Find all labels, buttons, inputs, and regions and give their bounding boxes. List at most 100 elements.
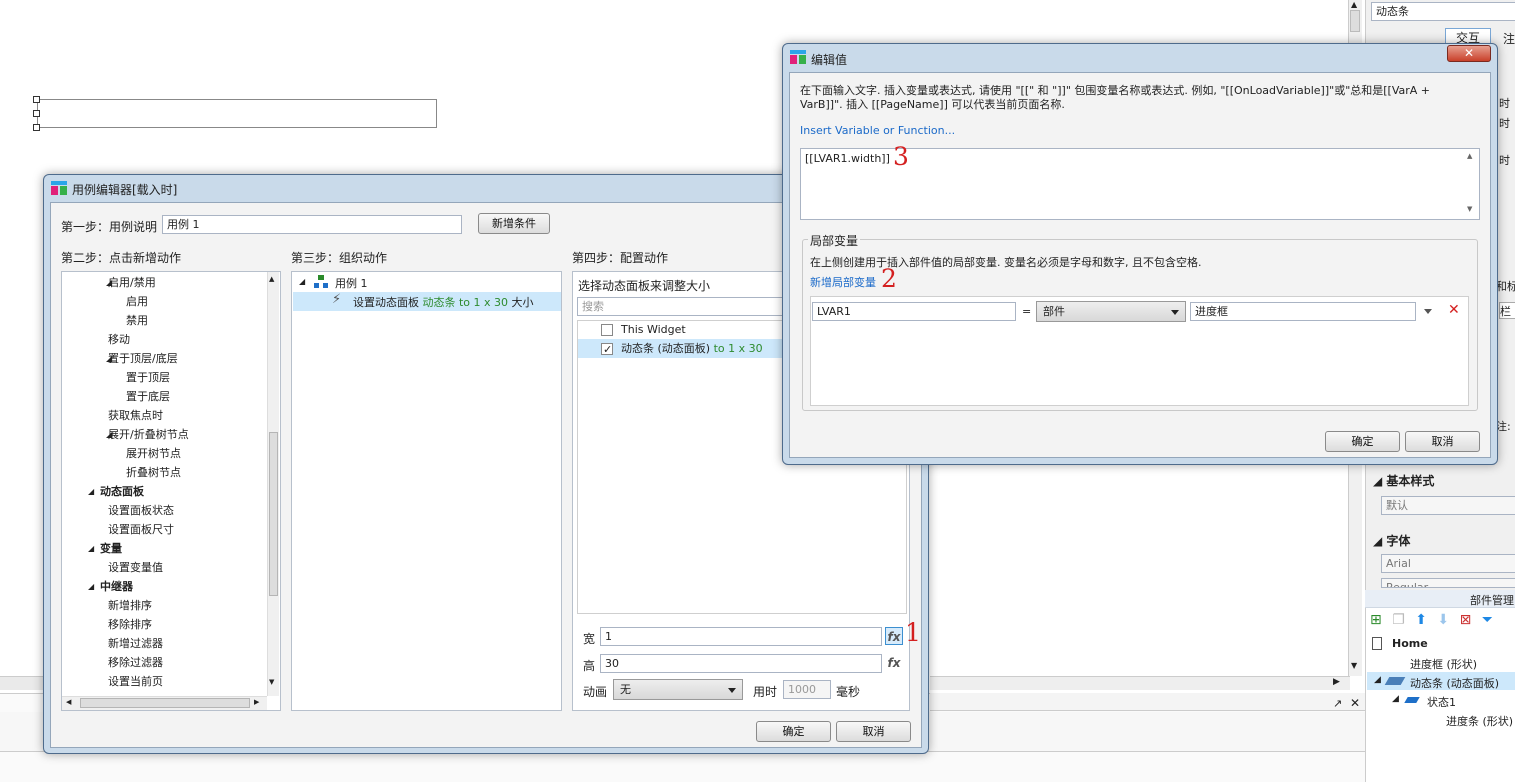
scroll-down-arrow[interactable]: ▼ xyxy=(1467,205,1472,213)
base-style-select[interactable]: 默认 xyxy=(1381,496,1515,515)
anim-select[interactable]: 无 xyxy=(613,679,743,700)
action-item[interactable]: 设置面板尺寸 xyxy=(62,520,267,539)
action-item-label: 启用/禁用 xyxy=(108,276,156,289)
copy-icon[interactable]: ❐ xyxy=(1392,612,1405,628)
widget-dyn[interactable]: ✓ 动态条 (动态面板) to 1 x 30 xyxy=(601,339,763,358)
width-fx-button[interactable]: fx xyxy=(885,627,903,645)
selection-handle[interactable] xyxy=(33,124,40,131)
tree-item-progress-bar[interactable]: 进度条 (形状) xyxy=(1446,713,1513,729)
action-item[interactable]: ◢ 变量 xyxy=(62,539,267,558)
tree-item-dynamic-panel[interactable]: 动态条 (动态面板) xyxy=(1410,675,1499,691)
action-item[interactable]: ◢ 中继器 xyxy=(62,577,267,596)
action-item[interactable]: 置于底层 xyxy=(62,387,267,406)
side-text[interactable]: 栏 xyxy=(1499,302,1515,319)
action-item[interactable]: 移除过滤器 xyxy=(62,653,267,672)
tab-note[interactable]: 注 xyxy=(1503,30,1515,47)
widget-this[interactable]: This Widget xyxy=(601,320,686,339)
action-item[interactable]: 设置变量值 xyxy=(62,558,267,577)
action-item-label: 中继器 xyxy=(100,580,133,593)
tree-expand-icon[interactable]: ◢ xyxy=(88,577,94,596)
widget-dyn-label: 动态条 (动态面板) xyxy=(621,342,714,355)
action-item[interactable]: 新增过滤器 xyxy=(62,634,267,653)
widget-dyn-checkbox[interactable]: ✓ xyxy=(601,343,613,356)
time-input[interactable]: 1000 xyxy=(783,680,831,699)
scroll-up-arrow[interactable]: ▲ xyxy=(1467,152,1472,160)
selection-handle[interactable] xyxy=(33,110,40,117)
width-input[interactable]: 1 xyxy=(600,627,882,646)
move-down-icon[interactable]: ⬇ xyxy=(1437,612,1449,628)
action-item[interactable]: 置于顶层 xyxy=(62,368,267,387)
add-local-var-link[interactable]: 新增局部变量 xyxy=(810,274,876,290)
case-name[interactable]: 用例 1 xyxy=(335,275,368,291)
tree-expand-icon[interactable]: ◢ xyxy=(88,482,94,501)
action-item[interactable]: 禁用 xyxy=(62,311,267,330)
widget-this-checkbox[interactable] xyxy=(601,324,613,336)
filter-icon[interactable]: ⏷ xyxy=(1482,612,1493,628)
scroll-right-arrow[interactable]: ▶ xyxy=(1333,677,1340,687)
case-cancel-button[interactable]: 取消 xyxy=(836,721,911,742)
action-item-label: 移除过滤器 xyxy=(108,656,163,669)
action-item[interactable]: 设置当前页 xyxy=(62,672,267,691)
font-header[interactable]: ◢ 字体 xyxy=(1373,532,1410,549)
action-item[interactable]: 展开树节点 xyxy=(62,444,267,463)
dialog-close-button[interactable]: ✕ xyxy=(1447,45,1491,62)
action-item[interactable]: 获取焦点时 xyxy=(62,406,267,425)
delete-icon[interactable]: ⊠ xyxy=(1460,612,1472,628)
local-var-target-input[interactable]: 进度框 xyxy=(1190,302,1416,321)
tree-expand-icon[interactable]: ◢ xyxy=(88,539,94,558)
edit-ok-button[interactable]: 确定 xyxy=(1325,431,1400,452)
action-item[interactable]: 新增排序 xyxy=(62,596,267,615)
font-select[interactable]: Arial xyxy=(1381,554,1515,573)
pin-icon[interactable]: ↗ xyxy=(1333,697,1342,710)
tree-expand-icon[interactable]: ◢ xyxy=(299,277,305,286)
base-style-header[interactable]: ◢ 基本样式 xyxy=(1373,472,1434,489)
scroll-thumb[interactable] xyxy=(1350,10,1360,32)
hscroll-thumb[interactable] xyxy=(80,698,250,708)
scroll-down-arrow[interactable]: ▼ xyxy=(269,678,274,686)
tree-item-progress-box[interactable]: 进度框 (形状) xyxy=(1410,656,1477,672)
case-ok-button[interactable]: 确定 xyxy=(756,721,831,742)
scroll-up-arrow[interactable]: ▲ xyxy=(269,275,274,283)
action-item[interactable]: ◢ 展开/折叠树节点 xyxy=(62,425,267,444)
scroll-down-arrow[interactable]: ▼ xyxy=(1351,661,1357,670)
canvas-hscroll[interactable] xyxy=(930,676,1350,690)
canvas-shape-progress[interactable] xyxy=(37,99,437,128)
add-condition-button[interactable]: 新增条件 xyxy=(478,213,550,234)
tree-item-state[interactable]: 状态1 xyxy=(1427,694,1456,710)
edit-cancel-button[interactable]: 取消 xyxy=(1405,431,1480,452)
widget-name-input[interactable]: 动态条 xyxy=(1371,2,1515,21)
tree-item-home[interactable]: Home xyxy=(1392,637,1428,650)
move-up-icon[interactable]: ⬆ xyxy=(1415,612,1427,628)
tree-expand-icon[interactable]: ◢ xyxy=(1374,675,1381,685)
scroll-up-arrow[interactable]: ▲ xyxy=(1351,0,1357,9)
action-item[interactable]: ◢ 置于顶层/底层 xyxy=(62,349,267,368)
local-var-type-select[interactable]: 部件 xyxy=(1036,301,1186,322)
action-item[interactable]: 设置面板状态 xyxy=(62,501,267,520)
annotation-3: 3 xyxy=(893,142,909,171)
height-fx-button[interactable]: fx xyxy=(885,654,903,672)
action-item[interactable]: ◢ 启用/禁用 xyxy=(62,273,267,292)
chevron-down-icon[interactable] xyxy=(1424,309,1432,314)
case-description-input[interactable]: 用例 1 xyxy=(162,215,462,234)
action-item-label: 展开/折叠树节点 xyxy=(108,428,189,441)
font-weight-select[interactable]: Regular xyxy=(1381,578,1515,588)
action-item[interactable]: ◢ 动态面板 xyxy=(62,482,267,501)
action-item[interactable]: 启用 xyxy=(62,292,267,311)
scroll-right-arrow[interactable]: ▶ xyxy=(254,698,259,706)
scroll-left-arrow[interactable]: ◀ xyxy=(66,698,71,706)
action-item[interactable]: 折叠树节点 xyxy=(62,463,267,482)
action-item[interactable]: 移除排序 xyxy=(62,615,267,634)
height-input[interactable]: 30 xyxy=(600,654,882,673)
local-var-name-input[interactable]: LVAR1 xyxy=(812,302,1016,321)
action-item[interactable]: 移动 xyxy=(62,330,267,349)
tree-expand-icon[interactable]: ◢ xyxy=(1392,694,1399,704)
delete-var-icon[interactable]: ✕ xyxy=(1448,302,1460,318)
close-icon[interactable]: ✕ xyxy=(1350,696,1360,710)
selection-handle[interactable] xyxy=(33,96,40,103)
action-item-label: 启用 xyxy=(126,295,148,308)
add-folder-icon[interactable]: ⊞ xyxy=(1370,612,1382,628)
scroll-thumb[interactable] xyxy=(269,432,278,596)
annotation-1: 1 xyxy=(905,618,921,647)
organized-action-text[interactable]: 设置动态面板 动态条 to 1 x 30 大小 xyxy=(353,294,534,310)
insert-variable-link[interactable]: Insert Variable or Function... xyxy=(800,124,955,137)
